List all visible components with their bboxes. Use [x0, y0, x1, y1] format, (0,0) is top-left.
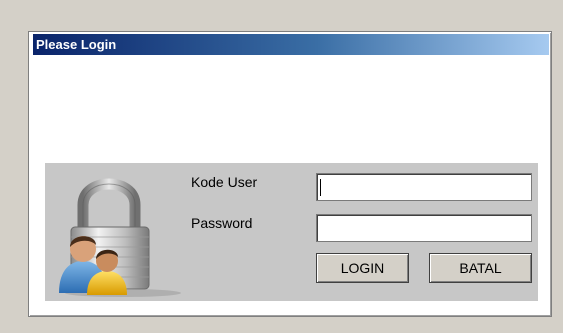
login-button-label: LOGIN — [340, 260, 385, 276]
lock-users-icon — [59, 178, 181, 297]
password-input[interactable] — [316, 214, 532, 242]
cancel-button-label: BATAL — [459, 260, 502, 276]
cancel-button[interactable]: BATAL — [429, 253, 532, 283]
user-code-input[interactable] — [316, 173, 532, 201]
login-panel: Kode User Password LOGIN BATAL — [45, 163, 538, 301]
user-label: Kode User — [191, 174, 258, 190]
password-label: Password — [191, 215, 253, 231]
title-bar[interactable]: Please Login — [33, 34, 549, 55]
login-button[interactable]: LOGIN — [316, 253, 409, 283]
text-caret — [320, 179, 321, 196]
window-title: Please Login — [36, 37, 117, 52]
login-dialog: Please Login Kode User Password LOGIN BA… — [28, 31, 552, 317]
